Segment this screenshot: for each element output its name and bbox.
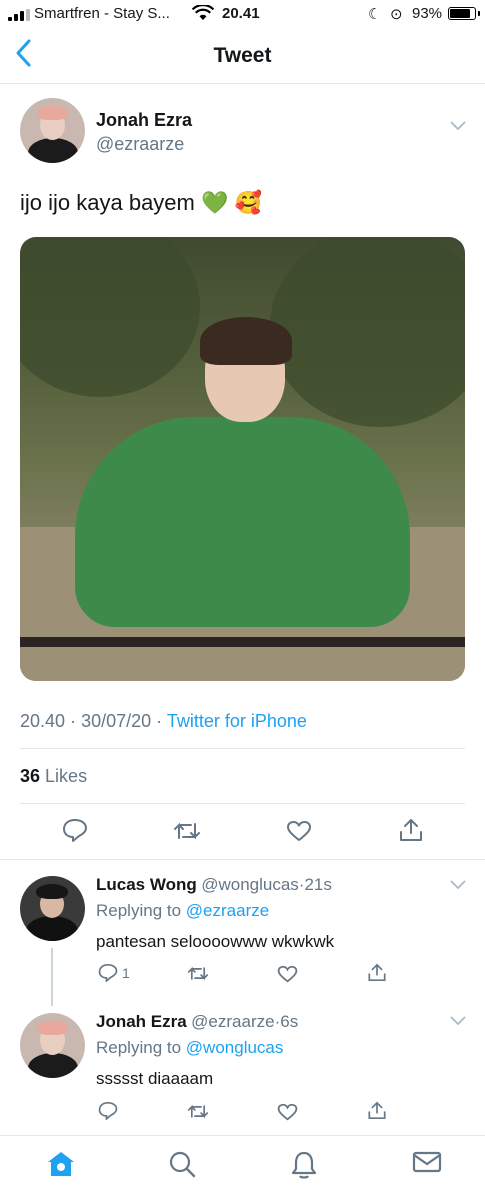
likes-stat[interactable]: 36 Likes <box>20 766 87 787</box>
reply-icon <box>98 963 118 982</box>
replying-to: Replying to @wonglucas <box>96 1038 283 1058</box>
do-not-disturb-icon: ☾ <box>368 6 382 23</box>
author-avatar[interactable] <box>20 98 85 163</box>
heart-icon <box>277 965 298 983</box>
reply-menu-chevron-icon[interactable] <box>450 880 466 890</box>
tweet-meta: 20.40 · 30/07/20 · Twitter for iPhone <box>20 711 307 732</box>
share-icon <box>400 819 422 841</box>
battery-percent: 93% <box>412 5 443 22</box>
bell-icon <box>291 1151 317 1179</box>
reply-button[interactable]: 1 <box>98 963 130 982</box>
likes-count: 36 <box>20 766 41 786</box>
meta-separator: · <box>156 711 163 731</box>
divider <box>20 803 465 804</box>
divider <box>0 859 485 860</box>
tweet-text: ijo ijo kaya bayem 💚 🥰 <box>20 190 262 215</box>
wifi-icon <box>192 5 214 21</box>
page-title: Tweet <box>213 44 272 67</box>
retweet-icon <box>174 822 200 840</box>
signal-icon <box>8 9 30 21</box>
reply-text: pantesan seloooowww wkwkwk <box>96 932 335 951</box>
battery-icon <box>448 7 480 20</box>
like-button[interactable] <box>277 1103 298 1121</box>
reply-author-name[interactable]: Jonah Ezra <box>96 1012 187 1031</box>
thread-line <box>51 948 53 1006</box>
tweet-time: 20.40 <box>20 711 66 731</box>
reply-header: Jonah Ezra @ezraarze·6s <box>96 1012 298 1032</box>
tab-home[interactable] <box>46 1150 76 1178</box>
likes-label: Likes <box>45 766 88 786</box>
reply-author-handle[interactable]: @wonglucas <box>201 875 299 894</box>
tweet-date: 30/07/20 <box>81 711 152 731</box>
tab-messages[interactable] <box>412 1150 442 1174</box>
home-icon <box>48 1152 74 1176</box>
retweet-button[interactable] <box>173 820 201 842</box>
reply-age: 21s <box>304 875 332 894</box>
meta-separator: · <box>70 711 77 731</box>
retweet-icon <box>187 1104 209 1119</box>
reply-header: Lucas Wong @wonglucas·21s <box>96 875 332 895</box>
replying-to: Replying to @ezraarze <box>96 901 269 921</box>
reply-author-name[interactable]: Lucas Wong <box>96 875 197 894</box>
tab-search[interactable] <box>168 1150 196 1178</box>
tab-notifications[interactable] <box>290 1150 318 1180</box>
share-button[interactable] <box>367 1101 387 1120</box>
reply-icon <box>98 1101 118 1120</box>
like-button[interactable] <box>286 820 312 842</box>
reply-button[interactable] <box>98 1101 118 1120</box>
carrier-name: Smartfren - Stay S... <box>34 5 170 22</box>
reply-count: 1 <box>122 964 130 981</box>
share-icon <box>368 963 386 982</box>
status-bar: Smartfren - Stay S... 20.41 ☾ ⊙ 93% <box>0 0 485 28</box>
retweet-button[interactable] <box>187 965 209 982</box>
orientation-lock-icon: ⊙ <box>390 6 403 23</box>
tweet-photo[interactable] <box>20 237 465 681</box>
author-handle[interactable]: @ezraarze <box>96 134 184 155</box>
replying-label: Replying to <box>96 1038 182 1057</box>
reply-button[interactable] <box>62 818 88 842</box>
replying-label: Replying to <box>96 901 182 920</box>
heart-icon <box>277 1103 298 1121</box>
like-button[interactable] <box>277 965 298 983</box>
reply-menu-chevron-icon[interactable] <box>450 1016 466 1026</box>
mail-icon <box>412 1151 442 1173</box>
replying-to-link[interactable]: @ezraarze <box>186 901 269 920</box>
reply-author-handle[interactable]: @ezraarze <box>191 1012 274 1031</box>
reply-age: 6s <box>280 1012 299 1031</box>
clock: 20.41 <box>222 5 260 22</box>
tweet-menu-chevron-icon[interactable] <box>450 121 466 131</box>
divider <box>20 748 465 749</box>
heart-icon <box>287 821 311 841</box>
reply-text: ssssst diaaaam <box>96 1069 214 1088</box>
search-icon <box>169 1151 196 1178</box>
replying-to-link[interactable]: @wonglucas <box>186 1038 284 1057</box>
tweet-source-link[interactable]: Twitter for iPhone <box>167 711 307 731</box>
author-name[interactable]: Jonah Ezra <box>96 110 192 131</box>
reply-avatar[interactable] <box>20 1013 85 1078</box>
nav-bar: Tweet <box>0 28 485 84</box>
retweet-button[interactable] <box>187 1103 209 1120</box>
reply-avatar[interactable] <box>20 876 85 941</box>
share-button[interactable] <box>398 818 424 842</box>
tab-bar <box>0 1135 485 1201</box>
share-button[interactable] <box>367 963 387 982</box>
retweet-icon <box>187 966 209 981</box>
share-icon <box>368 1101 386 1120</box>
reply-icon <box>63 819 87 842</box>
